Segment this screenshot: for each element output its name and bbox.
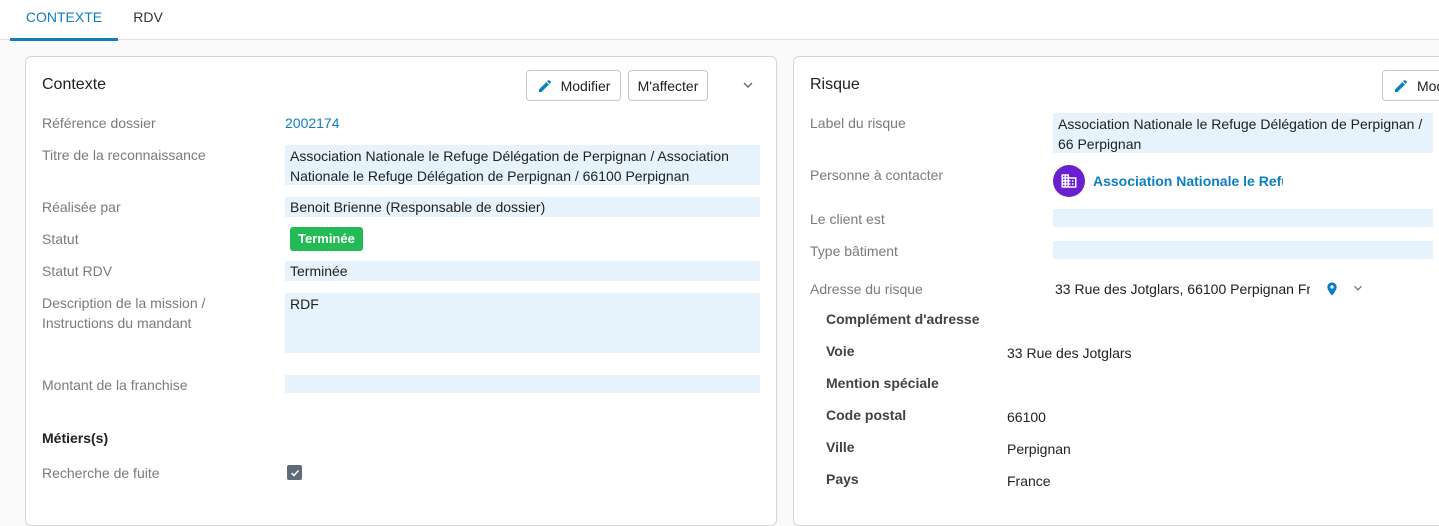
statut-rdv-value: Terminée	[285, 261, 760, 281]
status-badge: Terminée	[290, 227, 363, 251]
client-label: Le client est	[810, 211, 885, 227]
adresse-value: 33 Rue des Jotglars, 66100 Perpignan Fr	[1055, 281, 1310, 297]
pays-value: France	[1007, 473, 1051, 489]
metier-checkbox[interactable]	[287, 465, 302, 480]
titre-label: Titre de la reconnaissance	[42, 147, 206, 163]
realisee-value: Benoit Brienne (Responsable de dossier)	[285, 197, 760, 217]
risque-modify-button[interactable]: Mod	[1382, 70, 1439, 101]
voie-label: Voie	[826, 343, 855, 359]
risque-title: Risque	[810, 76, 860, 93]
pencil-icon	[538, 79, 551, 92]
label-risque-label: Label du risque	[810, 115, 906, 131]
contact-label: Personne à contacter	[810, 167, 944, 183]
ville-value: Perpignan	[1007, 441, 1071, 457]
pays-label: Pays	[826, 471, 859, 487]
tab-rdv[interactable]: RDV	[118, 0, 178, 40]
batiment-value	[1053, 241, 1433, 259]
titre-value: Association Nationale le Refuge Délégati…	[285, 145, 760, 185]
complement-label: Complément d'adresse	[826, 311, 980, 327]
batiment-label: Type bâtiment	[810, 243, 898, 259]
contact-link[interactable]: Association Nationale le Refug	[1093, 171, 1283, 191]
pencil-icon	[1395, 79, 1408, 92]
mention-label: Mention spéciale	[826, 375, 939, 391]
voie-value: 33 Rue des Jotglars	[1007, 345, 1132, 361]
metiers-heading: Métiers(s)	[42, 430, 109, 446]
building-avatar	[1053, 165, 1085, 197]
franchise-value	[285, 375, 760, 393]
map-pin-icon[interactable]	[1324, 280, 1340, 298]
tab-bar: CONTEXTE RDV	[0, 0, 1439, 41]
chevron-down-icon[interactable]	[1351, 281, 1365, 295]
chevron-down-icon[interactable]	[740, 77, 756, 93]
tab-contexte[interactable]: CONTEXTE	[10, 0, 118, 41]
reference-label: Référence dossier	[42, 115, 156, 131]
ville-label: Ville	[826, 439, 855, 455]
code-postal-label: Code postal	[826, 407, 907, 423]
code-postal-value: 66100	[1007, 409, 1046, 425]
metier-label: Recherche de fuite	[42, 465, 160, 481]
label-risque-value: Association Nationale le Refuge Délégati…	[1053, 113, 1433, 153]
reference-link[interactable]: 2002174	[285, 113, 340, 133]
description-label: Description de la mission / Instructions…	[42, 295, 206, 331]
description-value: RDF	[285, 293, 760, 353]
assign-button[interactable]: M'affecter	[628, 70, 708, 101]
building-icon	[1061, 174, 1077, 188]
realisee-label: Réalisée par	[42, 199, 121, 215]
assign-button-label: M'affecter	[637, 77, 699, 94]
modify-button[interactable]: Modifier	[526, 70, 621, 101]
contexte-title: Contexte	[42, 76, 107, 93]
checkmark-icon	[290, 469, 299, 477]
statut-label: Statut	[42, 231, 79, 247]
modify-button-label: Modifier	[560, 77, 611, 94]
franchise-label: Montant de la franchise	[42, 377, 188, 393]
client-value	[1053, 209, 1433, 227]
risque-modify-label: Mod	[1417, 77, 1439, 94]
adresse-label: Adresse du risque	[810, 281, 923, 297]
statut-rdv-label: Statut RDV	[42, 263, 113, 279]
